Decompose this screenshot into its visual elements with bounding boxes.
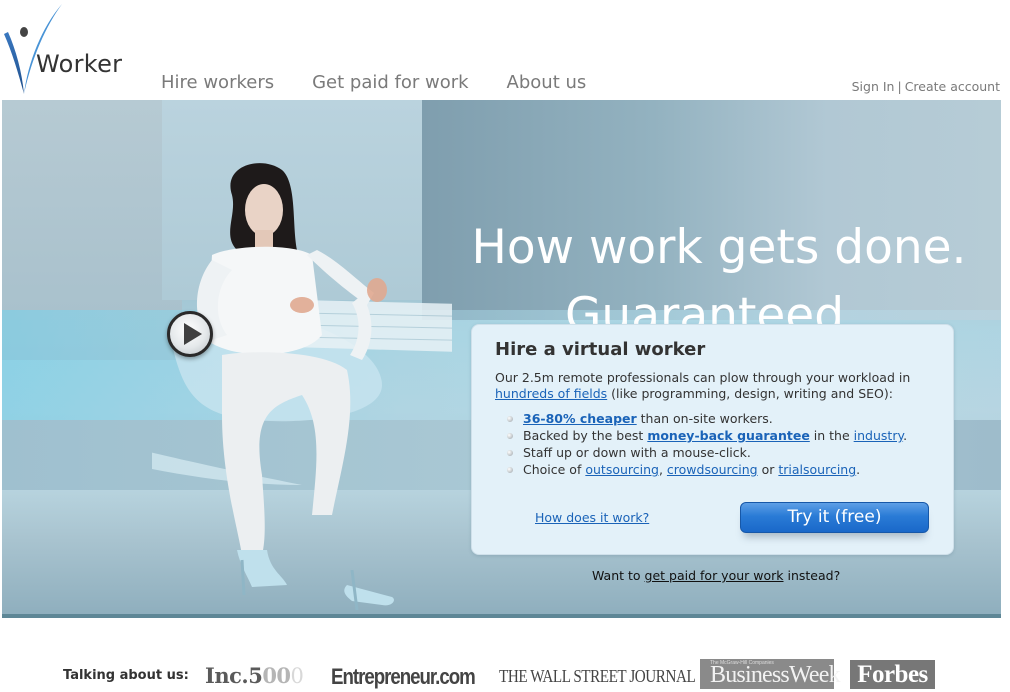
how-does-it-work-link[interactable]: How does it work? [535, 510, 649, 525]
inc-logo-text: 00 [262, 663, 291, 688]
main-nav: Hire workers Get paid for work About us [161, 72, 624, 93]
card-intro: Our 2.5m remote professionals can plow t… [495, 370, 935, 402]
prompt-text: instead? [783, 568, 841, 583]
hero-woman-image [152, 163, 452, 611]
money-back-guarantee-link[interactable]: money-back guarantee [647, 428, 810, 443]
bullet-icon [507, 416, 513, 422]
list-text: Choice of [523, 462, 586, 477]
headline-line-1: How work gets done. [471, 220, 967, 275]
businessweek-tagline: The McGraw-Hill Companies [710, 660, 774, 666]
get-paid-for-your-work-link[interactable]: get paid for your work [645, 568, 784, 583]
bullet-icon [507, 450, 513, 456]
press-bar: Talking about us: Inc.5000 Entrepreneur.… [63, 659, 963, 692]
list-item: Backed by the best money-back guarantee … [505, 427, 907, 444]
inc-logo-text: Inc.5 [205, 663, 263, 688]
entrepreneur-logo: Entrepreneur.com [331, 664, 476, 689]
intro-text: (like programming, design, writing and S… [607, 386, 893, 401]
v-checkmark-person-logo-icon [4, 4, 62, 94]
bullet-icon [507, 433, 513, 439]
list-item: Staff up or down with a mouse-click. [505, 444, 907, 461]
hundreds-of-fields-link[interactable]: hundreds of fields [495, 386, 607, 401]
nav-about-us[interactable]: About us [507, 72, 587, 93]
benefits-list: 36-80% cheaper than on-site workers. Bac… [505, 410, 907, 478]
list-item: Choice of outsourcing, crowdsourcing or … [505, 461, 907, 478]
hero-bottom-divider [2, 614, 1001, 618]
separator: | [897, 79, 902, 94]
inc-logo-text: 0 [290, 664, 304, 688]
industry-link[interactable]: industry [854, 428, 903, 443]
list-text: . [903, 428, 908, 443]
businessweek-logo: The McGraw-Hill Companies BusinessWeek [700, 659, 841, 689]
list-text: Staff up or down with a mouse-click. [523, 445, 751, 460]
inc-5000-logo: Inc.5000 [205, 663, 304, 688]
trialsourcing-link[interactable]: trialsourcing [778, 462, 856, 477]
list-text: Backed by the best [523, 428, 648, 443]
prompt-text: Want to [592, 568, 645, 583]
list-text: , [658, 462, 667, 477]
press-label: Talking about us: [63, 668, 189, 683]
cheaper-link[interactable]: 36-80% cheaper [523, 411, 637, 426]
bullet-icon [507, 467, 513, 473]
play-video-button[interactable] [167, 311, 213, 357]
crowdsourcing-link[interactable]: crowdsourcing [667, 462, 758, 477]
list-text: . [856, 462, 861, 477]
account-links: Sign In | Create account [852, 79, 1000, 94]
card-title: Hire a virtual worker [495, 339, 706, 360]
intro-text: Our 2.5m remote professionals can plow t… [495, 370, 911, 385]
logo[interactable]: Worker [2, 2, 132, 96]
list-text: than on-site workers. [636, 411, 773, 426]
try-it-free-button[interactable]: Try it (free) [740, 502, 929, 533]
play-icon [184, 323, 202, 345]
nav-get-paid-for-work[interactable]: Get paid for work [312, 72, 468, 93]
list-item: 36-80% cheaper than on-site workers. [505, 410, 907, 427]
hero-bg-panel [422, 100, 1001, 320]
list-text: in the [809, 428, 854, 443]
get-paid-prompt: Want to get paid for your work instead? [592, 568, 840, 583]
nav-hire-workers[interactable]: Hire workers [161, 72, 274, 93]
outsourcing-link[interactable]: outsourcing [585, 462, 659, 477]
sign-in-link[interactable]: Sign In [852, 79, 895, 94]
list-text: or [757, 462, 779, 477]
forbes-logo: Forbes [850, 660, 935, 689]
create-account-link[interactable]: Create account [905, 79, 1000, 94]
brand-name: Worker [36, 50, 123, 78]
wall-street-journal-logo: THE WALL STREET JOURNAL [499, 666, 696, 686]
